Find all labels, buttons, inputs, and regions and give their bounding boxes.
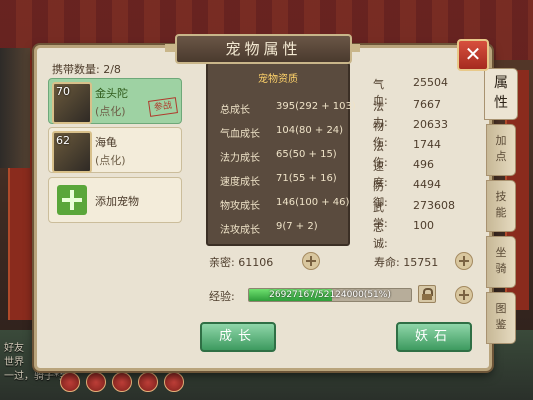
growth-header: 宠物资质 bbox=[258, 74, 298, 85]
pet-card-1[interactable]: 62 海龟 (点化) bbox=[48, 127, 182, 173]
growth-value: 65(50 + 15) bbox=[276, 149, 337, 160]
exp-text: 26927167/52124000(51%) bbox=[269, 290, 391, 300]
bottom-skill-bar bbox=[60, 372, 200, 394]
skill-slot-icon[interactable] bbox=[112, 372, 132, 392]
stat-value: 273608 bbox=[413, 199, 455, 212]
add-pet-icon bbox=[57, 185, 87, 215]
skill-slot-icon[interactable] bbox=[86, 372, 106, 392]
growth-label: 法力成长 bbox=[220, 153, 260, 164]
pet-count-label: 携带数量: 2/8 bbox=[52, 63, 121, 76]
growth-quality-box: 宠物资质 总成长 395(292 + 103) 气血成长 104(80 + 24… bbox=[206, 62, 356, 246]
stat-value: 4494 bbox=[413, 178, 441, 191]
battle-badge: 参战 bbox=[148, 97, 178, 117]
growth-value: 71(55 + 16) bbox=[276, 173, 337, 184]
grow-button[interactable]: 成长 bbox=[200, 322, 276, 352]
growth-label: 气血成长 bbox=[220, 129, 260, 140]
exp-bar: 26927167/52124000(51%) bbox=[248, 288, 412, 302]
life-label: 寿命: 15751 bbox=[374, 256, 439, 269]
pet-level: 70 bbox=[56, 85, 70, 98]
skill-slot-icon[interactable] bbox=[138, 372, 158, 392]
stat-value: 100 bbox=[413, 219, 434, 232]
life-plus-button[interactable] bbox=[455, 252, 473, 270]
pet-subtitle: (点化) bbox=[95, 154, 126, 167]
close-icon: ✕ bbox=[464, 42, 482, 66]
tab-label: 图鉴 bbox=[495, 302, 507, 331]
growth-label: 物攻成长 bbox=[220, 201, 260, 212]
tab-codex[interactable]: 图鉴 bbox=[486, 292, 516, 344]
skill-slot-icon[interactable] bbox=[60, 372, 80, 392]
demon-stone-button[interactable]: 妖石 bbox=[396, 322, 472, 352]
exp-plus-button[interactable] bbox=[455, 286, 473, 304]
exp-label: 经验: bbox=[209, 290, 235, 303]
tab-skills[interactable]: 技能 bbox=[486, 180, 516, 232]
pet-name: 金头陀 bbox=[95, 87, 128, 100]
growth-value: 9(7 + 2) bbox=[276, 221, 318, 232]
intimacy-plus-button[interactable] bbox=[302, 252, 320, 270]
tab-label: 技能 bbox=[495, 190, 507, 219]
pet-avatar: 62 bbox=[52, 131, 92, 173]
growth-value: 395(292 + 103) bbox=[276, 101, 356, 112]
pet-avatar: 70 bbox=[52, 82, 92, 124]
tab-label: 加点 bbox=[495, 134, 507, 163]
tab-label: 坐骑 bbox=[495, 246, 507, 275]
stat-value: 7667 bbox=[413, 98, 441, 111]
intimacy-label: 亲密: 61106 bbox=[209, 256, 274, 269]
tab-attributes[interactable]: 属性 bbox=[484, 68, 518, 120]
growth-label: 法攻成长 bbox=[220, 225, 260, 236]
pet-subtitle: (点化) bbox=[95, 105, 126, 118]
skill-slot-icon[interactable] bbox=[164, 372, 184, 392]
stat-value: 496 bbox=[413, 158, 434, 171]
stat-label: 忠诚: bbox=[373, 221, 388, 250]
tab-label: 属性 bbox=[494, 75, 508, 111]
add-pet-label: 添加宠物 bbox=[95, 195, 139, 208]
growth-label: 速度成长 bbox=[220, 177, 260, 188]
stat-value: 20633 bbox=[413, 118, 448, 131]
growth-label: 总成长 bbox=[220, 105, 250, 116]
growth-value: 146(100 + 46) bbox=[276, 197, 350, 208]
tab-add-points[interactable]: 加点 bbox=[486, 124, 516, 176]
pet-name: 海龟 bbox=[95, 136, 117, 149]
close-button[interactable]: ✕ bbox=[457, 39, 489, 71]
pet-card-0[interactable]: 70 金头陀 (点化) 参战 bbox=[48, 78, 182, 124]
left-edge-character bbox=[0, 48, 30, 168]
stat-value: 25504 bbox=[413, 76, 448, 89]
lock-icon[interactable] bbox=[418, 285, 436, 303]
stat-value: 1744 bbox=[413, 138, 441, 151]
add-pet-button[interactable]: 添加宠物 bbox=[48, 177, 182, 223]
pet-level: 62 bbox=[56, 134, 70, 147]
tab-mount[interactable]: 坐骑 bbox=[486, 236, 516, 288]
growth-value: 104(80 + 24) bbox=[276, 125, 344, 136]
window-title: 宠物属性 bbox=[175, 34, 352, 64]
